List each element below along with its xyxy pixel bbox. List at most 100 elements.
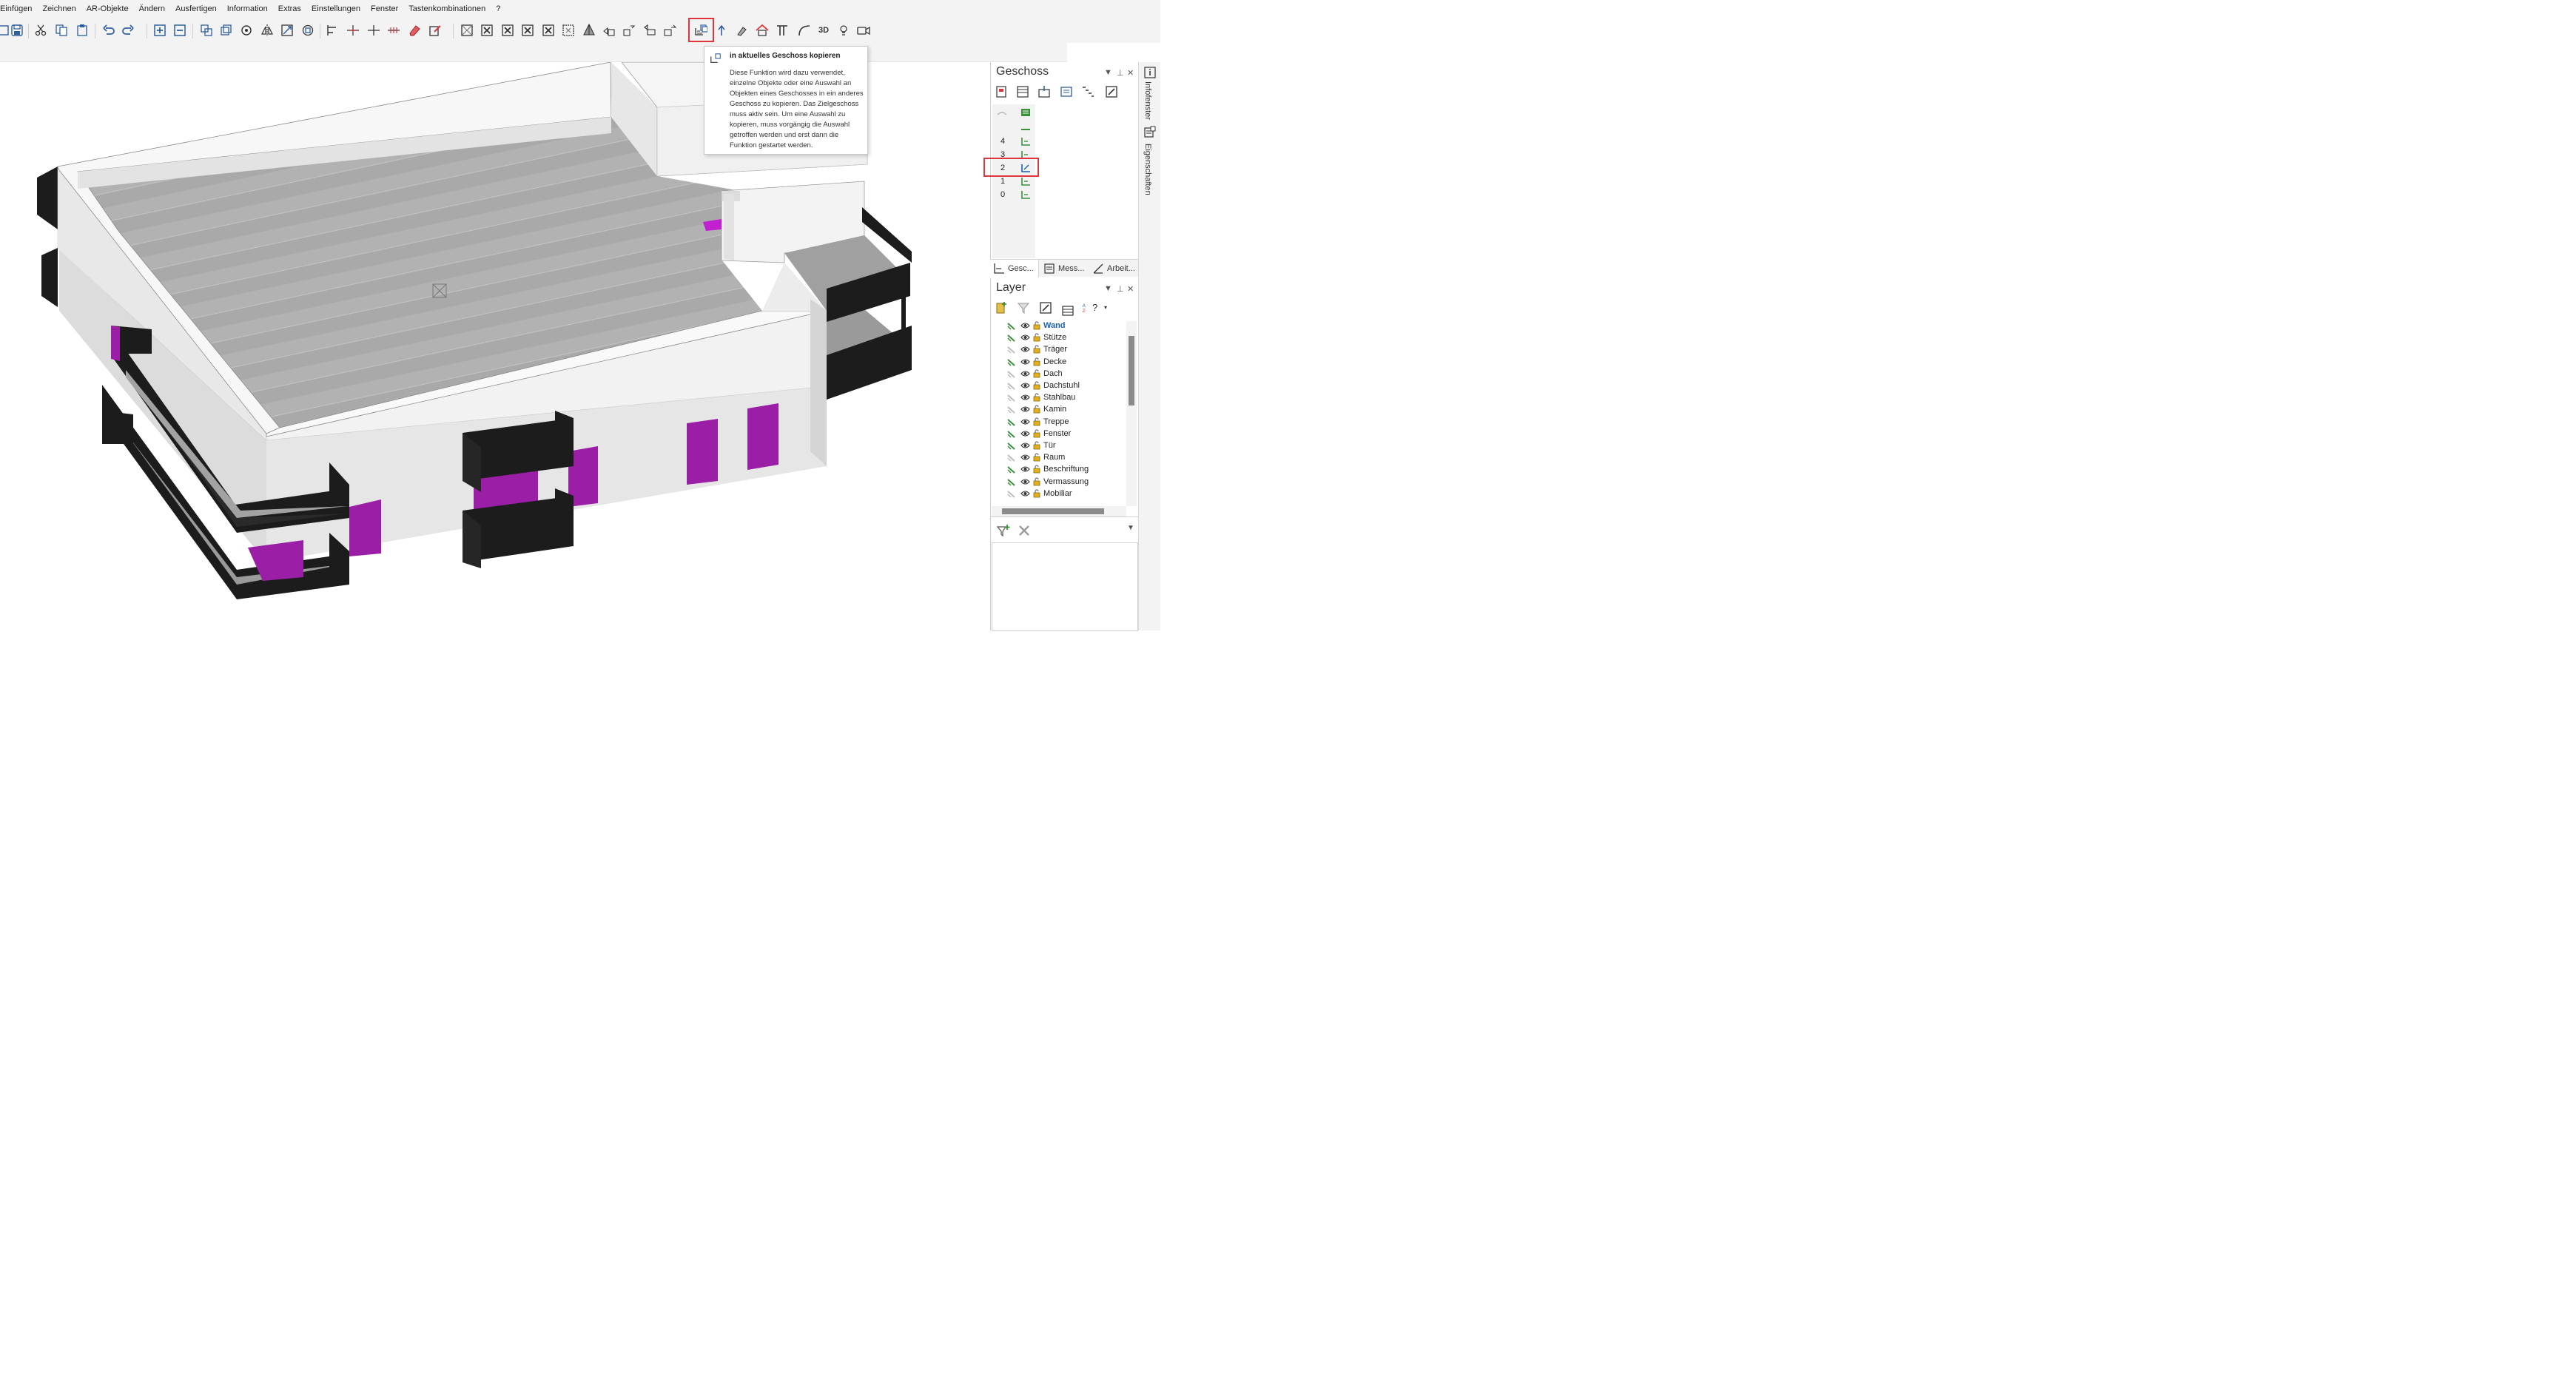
layer-item-dachstuhl[interactable]: Dachstuhl [991, 380, 1129, 391]
tab-messen[interactable]: Mess... [1040, 260, 1089, 277]
visibility-eye-icon[interactable] [1020, 490, 1030, 497]
menu-ar-objekte[interactable]: AR-Objekte [81, 0, 134, 18]
new-object-icon[interactable] [642, 22, 658, 38]
visibility-eye-icon[interactable] [1020, 442, 1030, 449]
layer-item-tür[interactable]: Tür [991, 440, 1129, 451]
tab-eigenschaften[interactable]: Eigenschaften [1142, 124, 1158, 198]
floor-row-4[interactable]: 4 [992, 135, 1037, 148]
visibility-eye-icon[interactable] [1020, 394, 1030, 401]
visibility-eye-icon[interactable] [1020, 454, 1030, 461]
visibility-eye-icon[interactable] [1020, 418, 1030, 425]
save-icon[interactable] [9, 22, 25, 38]
layer-item-mobiliar[interactable]: Mobiliar [991, 488, 1129, 499]
copy-objects-icon[interactable] [198, 22, 215, 38]
floor-edit-icon[interactable] [1105, 85, 1120, 100]
lock-open-icon[interactable] [1033, 453, 1040, 462]
layer-item-treppe[interactable]: Treppe [991, 416, 1129, 428]
lock-open-icon[interactable] [1033, 405, 1040, 414]
menu-einstellungen[interactable]: Einstellungen [306, 0, 366, 18]
layer-status-icon[interactable] [1007, 334, 1016, 342]
visibility-eye-icon[interactable] [1020, 334, 1030, 341]
panel-menu-icon[interactable]: ▼ [1104, 68, 1112, 77]
redo-icon[interactable] [120, 22, 136, 38]
view-back-icon[interactable] [479, 22, 495, 38]
lock-open-icon[interactable] [1033, 489, 1040, 498]
curve-icon[interactable] [796, 22, 813, 38]
layer-item-decke[interactable]: Decke [991, 356, 1129, 368]
layer-status-icon[interactable] [1007, 370, 1016, 378]
roof-icon[interactable] [754, 22, 770, 38]
visibility-eye-icon[interactable] [1020, 478, 1030, 485]
menu-aendern[interactable]: Ändern [134, 0, 170, 18]
lock-open-icon[interactable] [1033, 477, 1040, 486]
lock-open-icon[interactable] [1033, 321, 1040, 330]
visibility-eye-icon[interactable] [1020, 382, 1030, 389]
floor-list-icon[interactable] [1016, 85, 1031, 100]
edit-icon[interactable] [427, 22, 443, 38]
mirror-icon[interactable] [259, 22, 275, 38]
menu-zeichnen[interactable]: Zeichnen [37, 0, 81, 18]
layer-item-fenster[interactable]: Fenster [991, 428, 1129, 440]
paint-icon[interactable] [734, 22, 750, 38]
layer-item-raum[interactable]: Raum [991, 451, 1129, 463]
layer-horizontal-scrollbar[interactable] [992, 506, 1126, 516]
view-front-icon[interactable] [459, 22, 475, 38]
visibility-eye-icon[interactable] [1020, 322, 1030, 329]
copy-icon[interactable] [53, 22, 70, 38]
view-left-icon[interactable] [500, 22, 516, 38]
align-icon[interactable] [324, 22, 340, 38]
layer-status-icon[interactable] [1007, 478, 1016, 486]
view-bottom-icon[interactable] [560, 22, 576, 38]
layer-item-dach[interactable]: Dach [991, 368, 1129, 380]
layer-item-beschriftung[interactable]: Beschriftung [991, 463, 1129, 475]
light-icon[interactable] [835, 22, 852, 38]
menu-help[interactable]: ? [491, 0, 505, 18]
filter-dropdown-icon[interactable]: ▼ [1127, 524, 1134, 532]
lock-open-icon[interactable] [1033, 357, 1040, 366]
floor-row-top[interactable] [992, 121, 1037, 135]
layer-status-icon[interactable] [1007, 442, 1016, 450]
sort-icon[interactable]: AZ ? ▾ [1082, 301, 1109, 316]
floor-row-0[interactable]: 0 [992, 188, 1037, 201]
layer-status-icon[interactable] [1007, 382, 1016, 390]
duplicate-icon[interactable] [218, 22, 234, 38]
visibility-eye-icon[interactable] [1020, 465, 1030, 473]
lock-open-icon[interactable] [1033, 441, 1040, 450]
transform-icon[interactable] [300, 22, 316, 38]
camera-icon[interactable] [855, 22, 872, 38]
layer-vertical-scrollbar[interactable] [1126, 321, 1137, 506]
zoom-in-icon[interactable] [152, 22, 168, 38]
visibility-eye-icon[interactable] [1020, 346, 1030, 353]
undo-icon[interactable] [101, 22, 117, 38]
floor-insert-icon[interactable] [1038, 85, 1052, 100]
layer-item-stahlbau[interactable]: Stahlbau [991, 391, 1129, 403]
lock-open-icon[interactable] [1033, 333, 1040, 342]
layer-item-träger[interactable]: Träger [991, 343, 1129, 355]
upload-floor-icon[interactable] [713, 22, 730, 38]
layer-edit-icon[interactable] [1039, 301, 1054, 316]
layer-item-vermassung[interactable]: Vermassung [991, 476, 1129, 488]
cut-icon[interactable] [33, 22, 49, 38]
panel-menu-icon[interactable]: ▼ [1104, 284, 1112, 293]
lock-open-icon[interactable] [1033, 465, 1040, 474]
perspective-icon[interactable] [581, 22, 597, 38]
new-floor-icon[interactable] [995, 85, 1009, 100]
rotate-icon[interactable] [238, 22, 255, 38]
scale-icon[interactable] [279, 22, 295, 38]
visibility-eye-icon[interactable] [1020, 405, 1030, 413]
pin-icon[interactable]: ⊥ [1117, 68, 1124, 78]
menu-extras[interactable]: Extras [273, 0, 306, 18]
visibility-eye-icon[interactable] [1020, 358, 1030, 366]
tab-infofenster[interactable]: Infofenster [1142, 65, 1158, 124]
view-3d-icon[interactable]: 3D [814, 22, 833, 38]
view-top-icon[interactable] [540, 22, 556, 38]
split-icon[interactable] [366, 22, 382, 38]
measure-icon[interactable] [386, 22, 402, 38]
menu-information[interactable]: Information [222, 0, 273, 18]
layer-item-kamin[interactable]: Kamin [991, 403, 1129, 415]
layer-filter-icon[interactable] [1017, 301, 1032, 316]
lock-open-icon[interactable] [1033, 345, 1040, 354]
view-right-icon[interactable] [519, 22, 536, 38]
layer-item-wand[interactable]: Wand [991, 320, 1129, 332]
layer-status-icon[interactable] [1007, 346, 1016, 354]
